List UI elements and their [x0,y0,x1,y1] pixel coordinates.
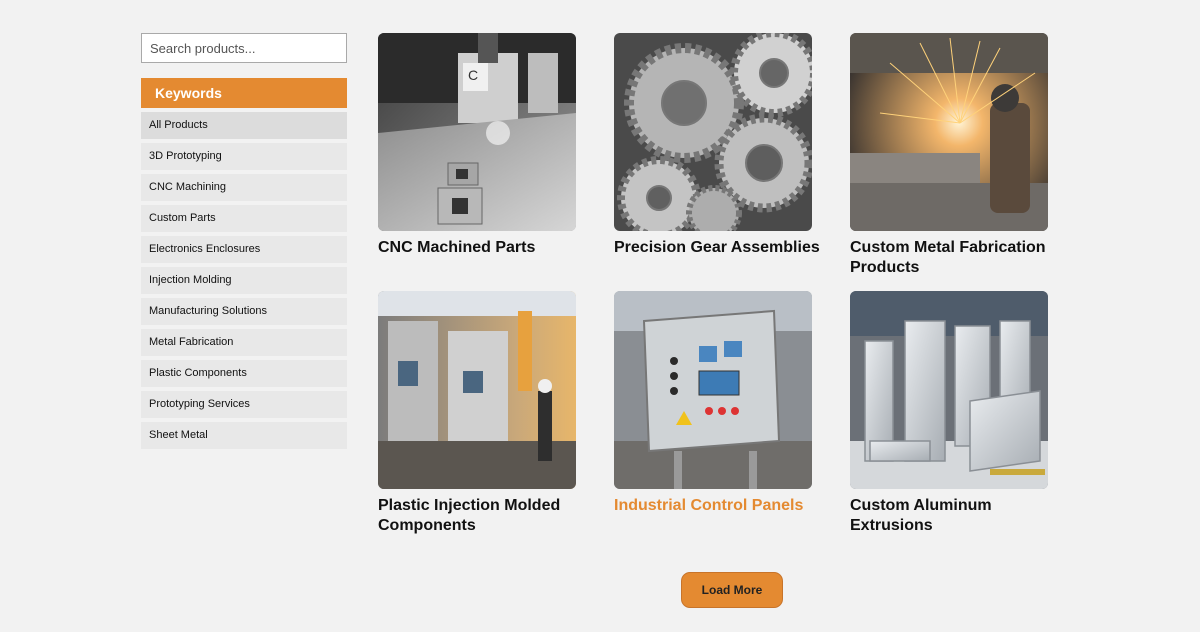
product-card[interactable]: Custom Metal Fabrication Products [850,33,1080,278]
product-title[interactable]: Plastic Injection Molded Components [378,496,598,536]
product-title[interactable]: Precision Gear Assemblies [614,238,834,258]
aluminum-extrusions-photo[interactable] [850,291,1048,489]
product-title[interactable]: Custom Aluminum Extrusions [850,496,1070,536]
product-card[interactable]: Custom Aluminum Extrusions [850,291,1080,536]
keyword-metal-fabrication[interactable]: Metal Fabrication [141,329,347,356]
keyword-plastic-components[interactable]: Plastic Components [141,360,347,387]
keyword-custom-parts[interactable]: Custom Parts [141,205,347,232]
product-card[interactable]: C CNC Machined Parts [378,33,608,258]
keyword-list: All Products 3D Prototyping CNC Machinin… [141,112,347,449]
product-card[interactable]: Plastic Injection Molded Components [378,291,608,536]
product-card[interactable]: Industrial Control Panels [614,291,844,516]
keyword-all-products[interactable]: All Products [141,112,347,139]
product-catalog-page: Keywords All Products 3D Prototyping CNC… [0,0,1200,632]
sidebar: Keywords All Products 3D Prototyping CNC… [141,33,347,453]
keyword-sheet-metal[interactable]: Sheet Metal [141,422,347,449]
keyword-prototyping-services[interactable]: Prototyping Services [141,391,347,418]
keyword-cnc-machining[interactable]: CNC Machining [141,174,347,201]
gears-photo[interactable] [614,33,812,231]
product-title[interactable]: Industrial Control Panels [614,496,834,516]
keywords-header: Keywords [141,78,347,108]
keyword-electronics-enclosures[interactable]: Electronics Enclosures [141,236,347,263]
factory-line-photo[interactable] [378,291,576,489]
cnc-machine-photo[interactable]: C [378,33,576,231]
product-title[interactable]: CNC Machined Parts [378,238,598,258]
keyword-3d-prototyping[interactable]: 3D Prototyping [141,143,347,170]
keyword-injection-molding[interactable]: Injection Molding [141,267,347,294]
welding-sparks-photo[interactable] [850,33,1048,231]
keyword-manufacturing-solutions[interactable]: Manufacturing Solutions [141,298,347,325]
svg-text:C: C [468,67,478,83]
load-more-button[interactable]: Load More [681,572,783,608]
product-card[interactable]: Precision Gear Assemblies [614,33,844,258]
search-input[interactable] [141,33,347,63]
product-title[interactable]: Custom Metal Fabrication Products [850,238,1070,278]
control-panel-photo[interactable] [614,291,812,489]
